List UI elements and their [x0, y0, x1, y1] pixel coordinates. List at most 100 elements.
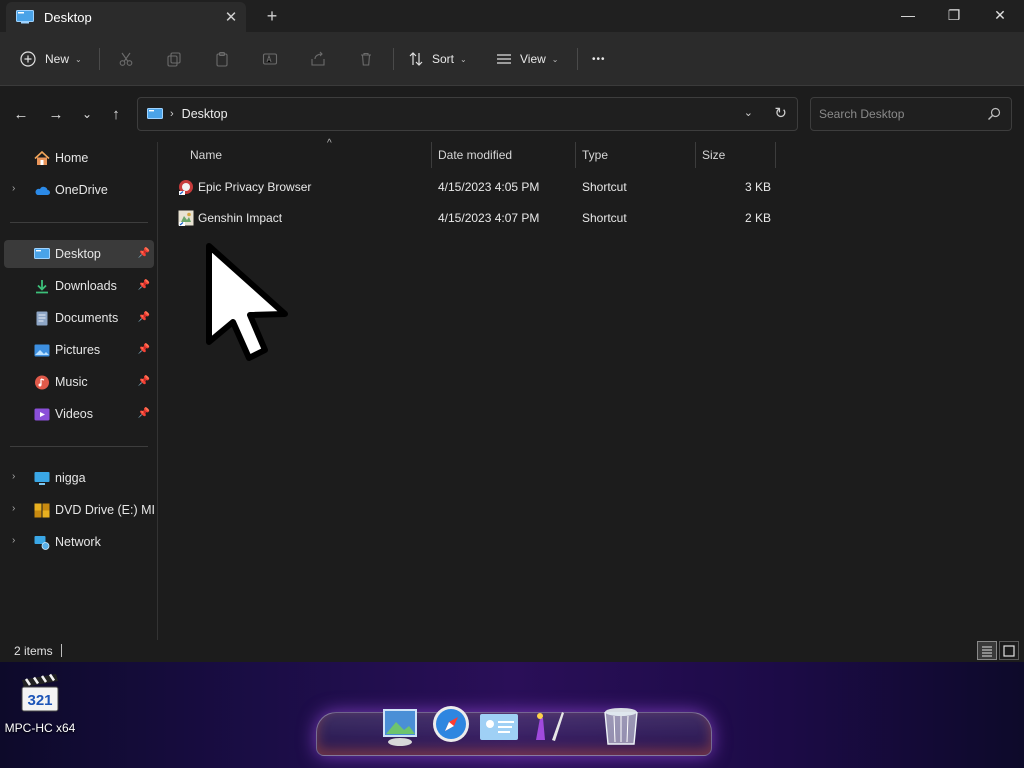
file-row[interactable]: Epic Privacy Browser 4/15/2023 4:05 PM S… — [172, 173, 772, 201]
search-icon — [988, 107, 1001, 120]
expand-chevron-icon[interactable]: › — [12, 471, 15, 482]
sidebar-item-music[interactable]: Music 📌 — [4, 368, 154, 396]
sidebar-item-label: DVD Drive (E:) MICR — [55, 503, 154, 517]
column-header-size[interactable]: Size — [696, 142, 776, 168]
pin-icon[interactable]: 📌 — [138, 344, 150, 355]
file-date: 4/15/2023 4:05 PM — [438, 180, 540, 194]
copy-button[interactable] — [162, 48, 186, 70]
search-box[interactable] — [810, 97, 1012, 131]
sidebar-divider — [10, 446, 148, 447]
expand-chevron-icon[interactable]: › — [12, 183, 15, 194]
sidebar-item-network[interactable]: › Network — [4, 528, 154, 556]
pin-icon[interactable]: 📌 — [138, 408, 150, 419]
sidebar-divider — [10, 222, 148, 223]
sidebar-item-pictures[interactable]: Pictures 📌 — [4, 336, 154, 364]
sidebar-item-videos[interactable]: Videos 📌 — [4, 400, 154, 428]
search-input[interactable] — [811, 98, 981, 130]
cut-button[interactable] — [114, 48, 138, 70]
brush-pen-icon[interactable] — [526, 704, 568, 748]
sidebar-item-label: Videos — [55, 407, 93, 421]
rename-button[interactable] — [258, 48, 282, 70]
view-label: View — [520, 52, 546, 66]
share-button[interactable] — [306, 48, 330, 70]
sidebar-item-label: Network — [55, 535, 101, 549]
restore-button[interactable]: ❐ — [931, 0, 977, 32]
close-window-button[interactable]: ✕ — [977, 0, 1023, 32]
sort-button[interactable]: Sort ⌄ — [408, 46, 467, 72]
file-date: 4/15/2023 4:07 PM — [438, 211, 540, 225]
sidebar-item-label: Documents — [55, 311, 119, 325]
desktop-shortcut-mpc-hc[interactable]: 321 MPC-HC x64 — [4, 670, 76, 735]
column-header-type[interactable]: Type — [576, 142, 696, 168]
details-view-icon — [982, 646, 992, 656]
sidebar-item-documents[interactable]: Documents 📌 — [4, 304, 154, 332]
network-icon — [34, 536, 50, 550]
address-bar[interactable]: › Desktop ⌄ ↻ — [137, 97, 798, 131]
sidebar-item-downloads[interactable]: Downloads 📌 — [4, 272, 154, 300]
sidebar-item-onedrive[interactable]: › OneDrive — [4, 176, 154, 204]
back-button[interactable]: ← — [10, 104, 32, 124]
sidebar-item-dvd-drive[interactable]: › DVD Drive (E:) MICR — [4, 496, 154, 524]
address-history-dropdown[interactable]: ⌄ — [744, 106, 753, 119]
toolbar-divider — [577, 48, 578, 70]
view-button[interactable]: View ⌄ — [496, 46, 559, 72]
pin-icon[interactable]: 📌 — [138, 376, 150, 387]
sidebar-item-label: nigga — [55, 471, 86, 485]
expand-chevron-icon[interactable]: › — [12, 535, 15, 546]
trash-icon — [361, 52, 371, 66]
safari-compass-icon[interactable] — [430, 704, 472, 748]
sort-icon — [409, 52, 423, 66]
file-size: 3 KB — [745, 180, 772, 194]
sidebar-item-this-pc[interactable]: › nigga — [4, 464, 154, 492]
videos-icon — [34, 408, 50, 421]
pin-icon[interactable]: 📌 — [138, 248, 150, 259]
contacts-card-icon[interactable] — [478, 704, 520, 748]
dvd-drive-icon — [34, 503, 50, 518]
sidebar-item-label: Desktop — [55, 247, 101, 261]
delete-button[interactable] — [354, 48, 378, 70]
expand-chevron-icon[interactable]: › — [12, 503, 15, 514]
picture-viewer-icon[interactable] — [380, 704, 422, 748]
tab-desktop[interactable]: Desktop ✕ — [6, 2, 246, 32]
new-button[interactable]: New ⌄ — [20, 46, 82, 72]
paste-button[interactable] — [210, 48, 234, 70]
up-button[interactable]: ↑ — [105, 104, 127, 124]
column-label: Type — [582, 148, 609, 162]
breadcrumb-desktop[interactable]: Desktop — [182, 107, 228, 121]
desktop-background: 321 MPC-HC x64 — [0, 662, 1024, 768]
mouse-pointer-icon — [206, 243, 288, 361]
new-tab-button[interactable]: + — [258, 4, 286, 28]
column-header-date-modified[interactable]: Date modified — [432, 142, 576, 168]
details-view-button[interactable] — [977, 641, 997, 660]
sidebar-item-label: OneDrive — [55, 183, 108, 197]
computer-icon — [34, 472, 50, 485]
breadcrumb-chevron[interactable]: › — [170, 108, 174, 120]
genshin-impact-icon — [178, 210, 194, 226]
pin-icon[interactable]: 📌 — [138, 312, 150, 323]
large-icons-view-button[interactable] — [999, 641, 1019, 660]
title-bar: Desktop ✕ + — ❐ ✕ — [0, 0, 1024, 32]
sidebar-item-home[interactable]: Home — [4, 144, 154, 172]
recent-locations-button[interactable]: ⌄ — [76, 104, 98, 124]
plus-circle-icon — [20, 51, 36, 67]
sort-label: Sort — [432, 52, 455, 66]
file-type: Shortcut — [582, 211, 627, 225]
mpc-hc-badge: 321 — [27, 692, 52, 709]
file-row[interactable]: Genshin Impact 4/15/2023 4:07 PM Shortcu… — [172, 204, 772, 232]
copy-icon — [167, 52, 181, 67]
file-type: Shortcut — [582, 180, 627, 194]
clipboard-icon — [216, 51, 228, 67]
sort-ascending-icon: ^ — [327, 138, 332, 149]
more-options-button[interactable]: ••• — [592, 46, 606, 72]
pin-icon[interactable]: 📌 — [138, 280, 150, 291]
tab-close-button[interactable]: ✕ — [216, 8, 246, 26]
desktop-icon — [34, 248, 50, 259]
forward-button[interactable]: → — [45, 104, 67, 124]
sidebar-item-desktop[interactable]: Desktop 📌 — [4, 240, 154, 268]
minimize-button[interactable]: — — [885, 0, 931, 32]
column-header-name[interactable]: Name ^ — [184, 138, 432, 168]
trash-can-icon[interactable] — [600, 704, 642, 748]
chevron-down-icon: ⌄ — [75, 54, 82, 64]
refresh-button[interactable]: ↻ — [774, 104, 787, 122]
home-icon — [34, 151, 50, 165]
